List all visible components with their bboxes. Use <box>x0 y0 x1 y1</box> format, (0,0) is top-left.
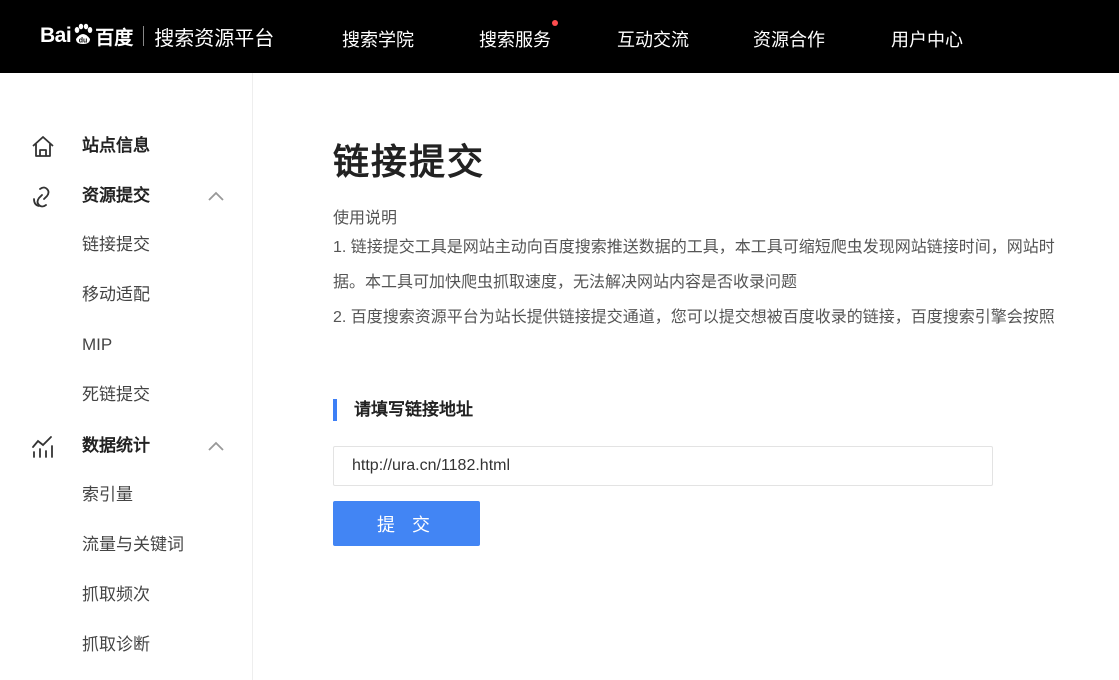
chevron-up-icon[interactable] <box>207 439 225 451</box>
main-content: 链接提交 使用说明 1. 链接提交工具是网站主动向百度搜索推送数据的工具，本工具… <box>253 73 1119 680</box>
baidu-paw-icon: du <box>72 23 94 45</box>
link-submit-icon <box>31 185 55 209</box>
page-title: 链接提交 <box>333 141 486 182</box>
url-input[interactable] <box>333 446 993 486</box>
stats-icon <box>31 435 55 459</box>
sidebar-group-resource-submit[interactable]: 资源提交 <box>0 175 252 215</box>
usage-line: 据。本工具可加快爬虫抓取速度，无法解决网站内容是否收录问题 <box>333 274 798 291</box>
nav-search-service[interactable]: 搜索服务 <box>479 28 551 52</box>
nav-interaction[interactable]: 互动交流 <box>617 28 689 52</box>
logo-badge-text: du <box>79 38 88 45</box>
sidebar-item-crawl-frequency[interactable]: 抓取频次 <box>82 584 150 606</box>
sidebar-item-index-volume[interactable]: 索引量 <box>82 484 133 506</box>
submit-button[interactable]: 提 交 <box>333 501 480 546</box>
usage-heading: 使用说明 <box>333 210 398 227</box>
sidebar-group-label: 资源提交 <box>82 186 150 205</box>
logo-cn: 百度 <box>95 27 134 49</box>
usage-line: 2. 百度搜索资源平台为站长提供链接提交通道，您可以提交想被百度收录的链接，百度… <box>333 309 1055 326</box>
notification-dot <box>552 20 558 26</box>
sidebar-item-dead-link[interactable]: 死链提交 <box>82 384 150 406</box>
sidebar-item-traffic-keywords[interactable]: 流量与关键词 <box>82 534 184 556</box>
baidu-logo[interactable]: Bai du 百度 搜索资源平台 <box>40 14 274 58</box>
chevron-up-icon[interactable] <box>207 189 225 201</box>
sidebar: 站点信息 资源提交 链接提交 移动适配 MIP 死链提交 数据统计 索引量 流量… <box>0 73 253 680</box>
sidebar-item-link-submit[interactable]: 链接提交 <box>82 234 150 256</box>
sidebar-group-label: 站点信息 <box>82 136 150 155</box>
nav-search-academy[interactable]: 搜索学院 <box>342 28 414 52</box>
nav-user-center[interactable]: 用户中心 <box>891 28 963 52</box>
nav-resource-cooperation[interactable]: 资源合作 <box>753 28 825 52</box>
section-accent-bar <box>333 399 337 421</box>
sidebar-group-label: 数据统计 <box>82 436 150 455</box>
sidebar-item-crawl-diagnosis[interactable]: 抓取诊断 <box>82 634 150 656</box>
home-icon <box>31 135 55 159</box>
sidebar-item-mobile-adapt[interactable]: 移动适配 <box>82 284 150 306</box>
logo-text: Bai <box>40 24 72 47</box>
logo-divider <box>143 26 145 46</box>
platform-name: 搜索资源平台 <box>154 27 275 50</box>
sidebar-group-data-stats[interactable]: 数据统计 <box>0 425 252 465</box>
section-title: 请填写链接地址 <box>354 400 473 419</box>
usage-line: 1. 链接提交工具是网站主动向百度搜索推送数据的工具，本工具可缩短爬虫发现网站链… <box>333 239 1055 256</box>
top-navigation-bar: Bai du 百度 搜索资源平台 搜索学院 搜索服务 互动交流 资源合作 用户中… <box>0 0 1119 73</box>
sidebar-group-site-info[interactable]: 站点信息 <box>0 125 252 165</box>
sidebar-item-mip[interactable]: MIP <box>82 334 112 356</box>
